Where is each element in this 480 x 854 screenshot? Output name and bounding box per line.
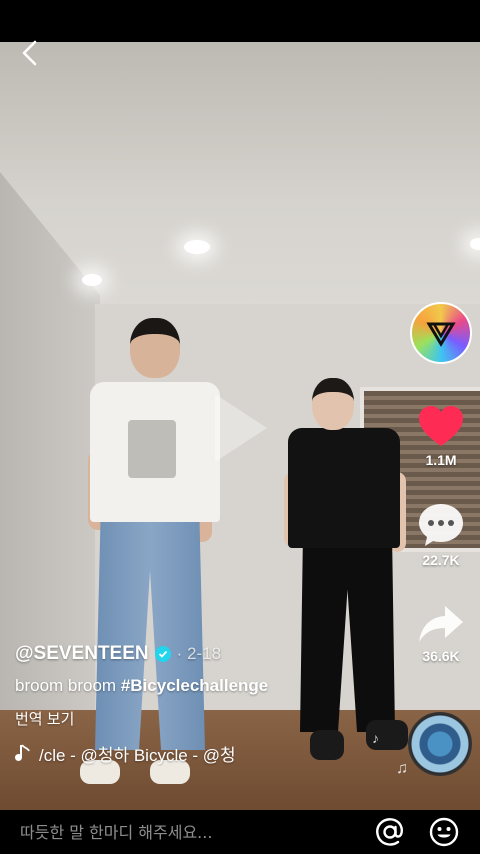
creator-avatar[interactable] — [410, 302, 472, 364]
music-note-icon — [15, 743, 30, 761]
video-caption: @SEVENTEEN · 2-18 broom broom #Bicyclech… — [15, 640, 405, 766]
creator-username[interactable]: @SEVENTEEN — [15, 643, 149, 665]
like-count: 1.1M — [425, 452, 457, 468]
share-arrow-icon — [419, 606, 463, 642]
date-separator: · — [176, 644, 183, 663]
music-note-float-icon: ♫ — [396, 760, 408, 777]
share-button[interactable]: 36.6K — [405, 604, 477, 664]
speech-bubble-icon — [419, 504, 463, 546]
back-button[interactable] — [18, 40, 44, 66]
verified-badge-icon — [154, 646, 171, 662]
chevron-left-icon — [22, 40, 37, 66]
smiley-icon[interactable] — [428, 816, 460, 848]
status-bar — [0, 0, 480, 42]
video-description: broom broom #Bicyclechallenge — [15, 676, 405, 696]
music-row[interactable]: /cle - @청하 Bicycle - @청 — [15, 741, 405, 766]
comment-count: 22.7K — [422, 552, 460, 568]
seventeen-logo-icon — [426, 322, 456, 347]
hashtag-link[interactable]: #Bicyclechallenge — [121, 676, 268, 695]
comment-bar — [0, 810, 480, 854]
date-value: 2-18 — [187, 644, 222, 663]
music-note-float-icon: ♪ — [372, 730, 379, 746]
ceiling-light — [82, 274, 102, 286]
post-date: · 2-18 — [177, 644, 221, 664]
at-sign-icon[interactable] — [374, 816, 406, 848]
dancer-left-shirt-print — [128, 420, 176, 478]
dancer-right-head — [312, 378, 354, 430]
comment-button[interactable]: 22.7K — [405, 502, 477, 568]
dancer-left-head — [130, 318, 180, 378]
dancer-right-shirt — [288, 428, 400, 548]
music-disc[interactable] — [408, 712, 472, 776]
creator-row: @SEVENTEEN · 2-18 — [15, 640, 405, 668]
share-count: 36.6K — [422, 648, 460, 664]
heart-icon — [419, 406, 463, 446]
translate-link[interactable]: 번역 보기 — [15, 708, 405, 729]
ceiling-light — [470, 238, 480, 250]
play-icon[interactable] — [215, 394, 267, 462]
music-title[interactable]: /cle - @청하 Bicycle - @청 — [39, 741, 299, 766]
comment-input[interactable] — [20, 817, 352, 847]
ceiling-light — [184, 240, 210, 254]
description-text: broom broom — [15, 676, 121, 695]
like-button[interactable]: 1.1M — [405, 404, 477, 468]
